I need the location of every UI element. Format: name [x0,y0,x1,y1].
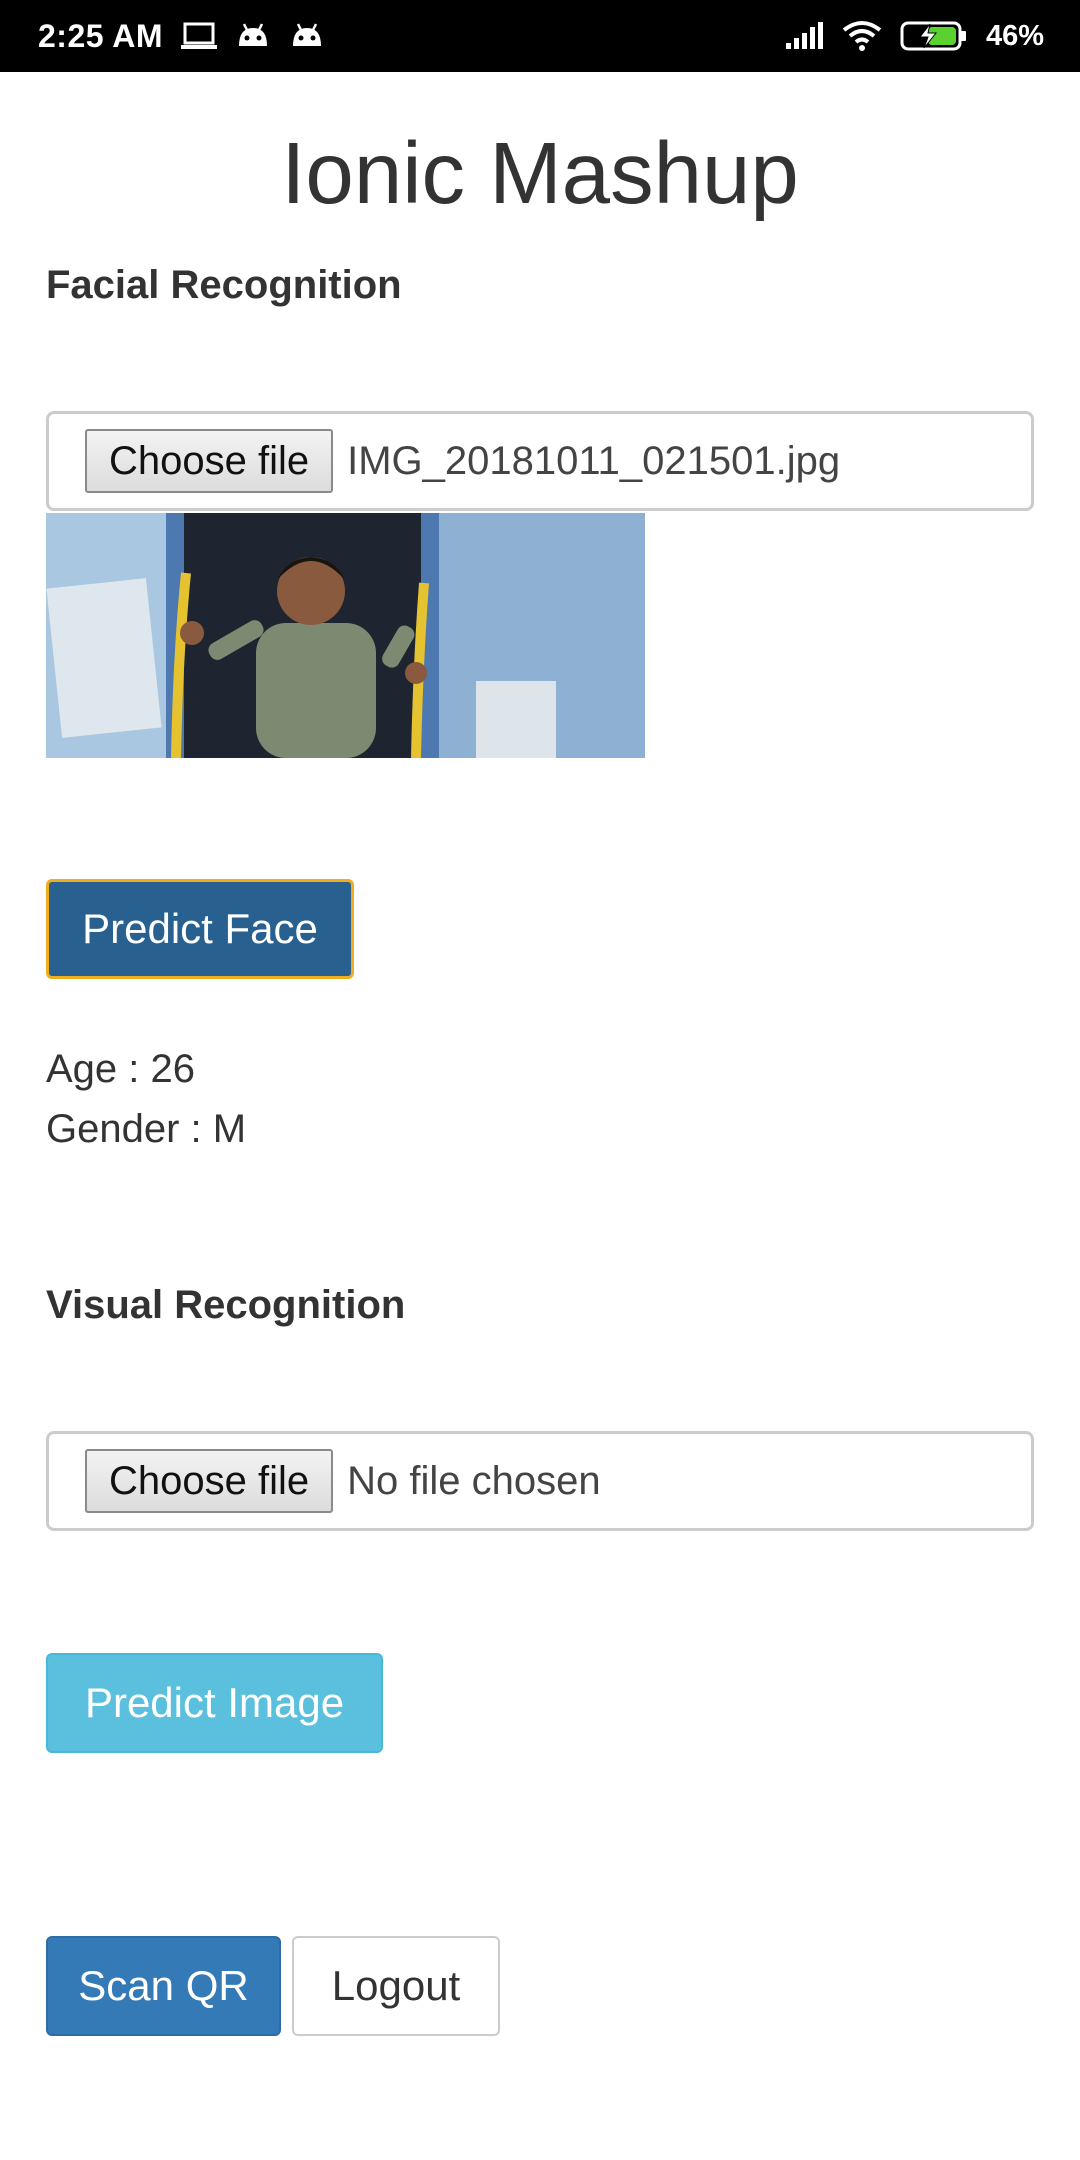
logout-button[interactable]: Logout [292,1936,500,2036]
facial-recognition-heading: Facial Recognition [46,263,402,307]
facial-file-name: IMG_20181011_021501.jpg [347,438,841,483]
facial-choose-file-button[interactable]: Choose file [85,429,334,493]
battery-charging-icon [900,20,968,52]
facial-file-input[interactable]: Choose file IMG_20181011_021501.jpg [46,411,1034,511]
signal-icon [784,21,824,51]
status-time: 2:25 AM [38,17,164,54]
android-icon [235,22,271,50]
gender-result: Gender : M [46,1107,247,1151]
predict-image-button[interactable]: Predict Image [46,1653,383,1753]
battery-percent: 46% [985,19,1044,52]
visual-file-name: No file chosen [347,1458,601,1503]
age-result: Age : 26 [46,1047,196,1091]
laptop-icon [181,22,218,50]
status-bar: 2:25 AM 46% [0,0,1080,72]
visual-file-input[interactable]: Choose file No file chosen [46,1431,1034,1531]
uploaded-image-preview [46,513,645,758]
android-icon [289,22,325,50]
visual-recognition-heading: Visual Recognition [46,1283,406,1327]
page-title: Ionic Mashup [281,125,799,222]
predict-face-button[interactable]: Predict Face [46,879,354,979]
visual-choose-file-button[interactable]: Choose file [85,1449,334,1513]
scan-qr-button[interactable]: Scan QR [46,1936,281,2036]
wifi-icon [842,20,882,52]
